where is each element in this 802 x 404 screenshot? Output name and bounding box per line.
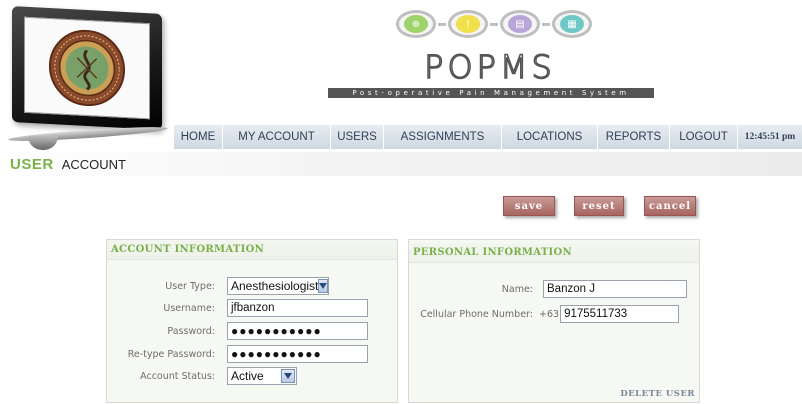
username-label: Username: — [163, 302, 215, 314]
account-status-row: Account Status: Active — [107, 367, 297, 385]
brand-icon-2: ! — [448, 10, 488, 38]
retype-password-label: Re-type Password: — [127, 348, 215, 360]
phone-prefix: +63 — [539, 308, 560, 320]
logo-monitor — [7, 4, 169, 154]
monitor-frame — [12, 6, 162, 130]
nav-assignments[interactable]: ASSIGNMENTS — [384, 125, 502, 149]
brand-icon-4: ▦ — [552, 10, 592, 38]
username-row: Username: jfbanzon — [107, 299, 368, 317]
nav-home[interactable]: HOME — [174, 125, 223, 149]
brand-title: POPMS — [423, 47, 556, 87]
reset-button[interactable]: reset — [574, 196, 624, 216]
monitor-screen — [24, 16, 150, 120]
personal-information-title: PERSONAL INFORMATION — [409, 243, 699, 263]
cancel-button[interactable]: cancel — [644, 196, 696, 216]
page-title-secondary: ACCOUNT — [61, 156, 126, 172]
chevron-down-icon[interactable] — [318, 279, 329, 293]
account-status-value: Active — [231, 369, 264, 383]
monitor-stand — [28, 136, 58, 150]
name-input[interactable]: Banzon J — [543, 280, 687, 298]
save-button[interactable]: save — [503, 196, 555, 216]
university-seal-icon — [48, 29, 126, 107]
password-label: Password: — [167, 325, 215, 337]
username-input[interactable]: jfbanzon — [227, 299, 368, 317]
page-title-primary: USER — [10, 155, 54, 173]
user-type-row: User Type: Anesthesiologist — [107, 277, 329, 295]
nav-reports[interactable]: REPORTS — [598, 125, 670, 149]
account-information-title: ACCOUNT INFORMATION — [107, 240, 397, 260]
phone-input[interactable]: 9175511733 — [560, 305, 680, 323]
page-title: USER ACCOUNT — [0, 152, 802, 176]
chevron-down-icon[interactable] — [281, 369, 295, 383]
delete-user-link[interactable]: DELETE USER — [620, 389, 695, 399]
phone-label: Cellular Phone Number: — [420, 308, 533, 320]
phone-row: Cellular Phone Number: +63 9175511733 — [409, 305, 680, 323]
user-type-label: User Type: — [165, 280, 215, 292]
nav-clock: 12:45:51 pm — [738, 125, 802, 149]
user-type-value: Anesthesiologist — [231, 279, 319, 293]
account-status-select[interactable]: Active — [227, 367, 297, 385]
retype-password-input[interactable]: ●●●●●●●●●●● — [227, 345, 368, 363]
user-type-select[interactable]: Anesthesiologist — [227, 277, 329, 295]
main-nav: HOME MY ACCOUNT USERS ASSIGNMENTS LOCATI… — [174, 125, 802, 149]
name-row: Name: Banzon J — [409, 280, 687, 298]
password-row: Password: ●●●●●●●●●●● — [107, 322, 368, 340]
personal-information-panel: PERSONAL INFORMATION Name: Banzon J Cell… — [408, 239, 700, 403]
brand-icon-3: ▤ — [500, 10, 540, 38]
nav-logout[interactable]: LOGOUT — [670, 125, 738, 149]
password-input[interactable]: ●●●●●●●●●●● — [227, 322, 368, 340]
name-label: Name: — [501, 283, 533, 295]
account-information-panel: ACCOUNT INFORMATION User Type: Anesthesi… — [106, 239, 398, 403]
nav-locations[interactable]: LOCATIONS — [502, 125, 598, 149]
brand-icon-row: ⊕ ! ▤ ▦ — [396, 10, 592, 38]
brand-icon-1: ⊕ — [396, 10, 436, 38]
retype-password-row: Re-type Password: ●●●●●●●●●●● — [107, 345, 368, 363]
account-status-label: Account Status: — [140, 370, 215, 382]
nav-my-account[interactable]: MY ACCOUNT — [223, 125, 331, 149]
nav-users[interactable]: USERS — [331, 125, 384, 149]
brand-tagline: Post-operative Pain Management System — [328, 88, 654, 98]
